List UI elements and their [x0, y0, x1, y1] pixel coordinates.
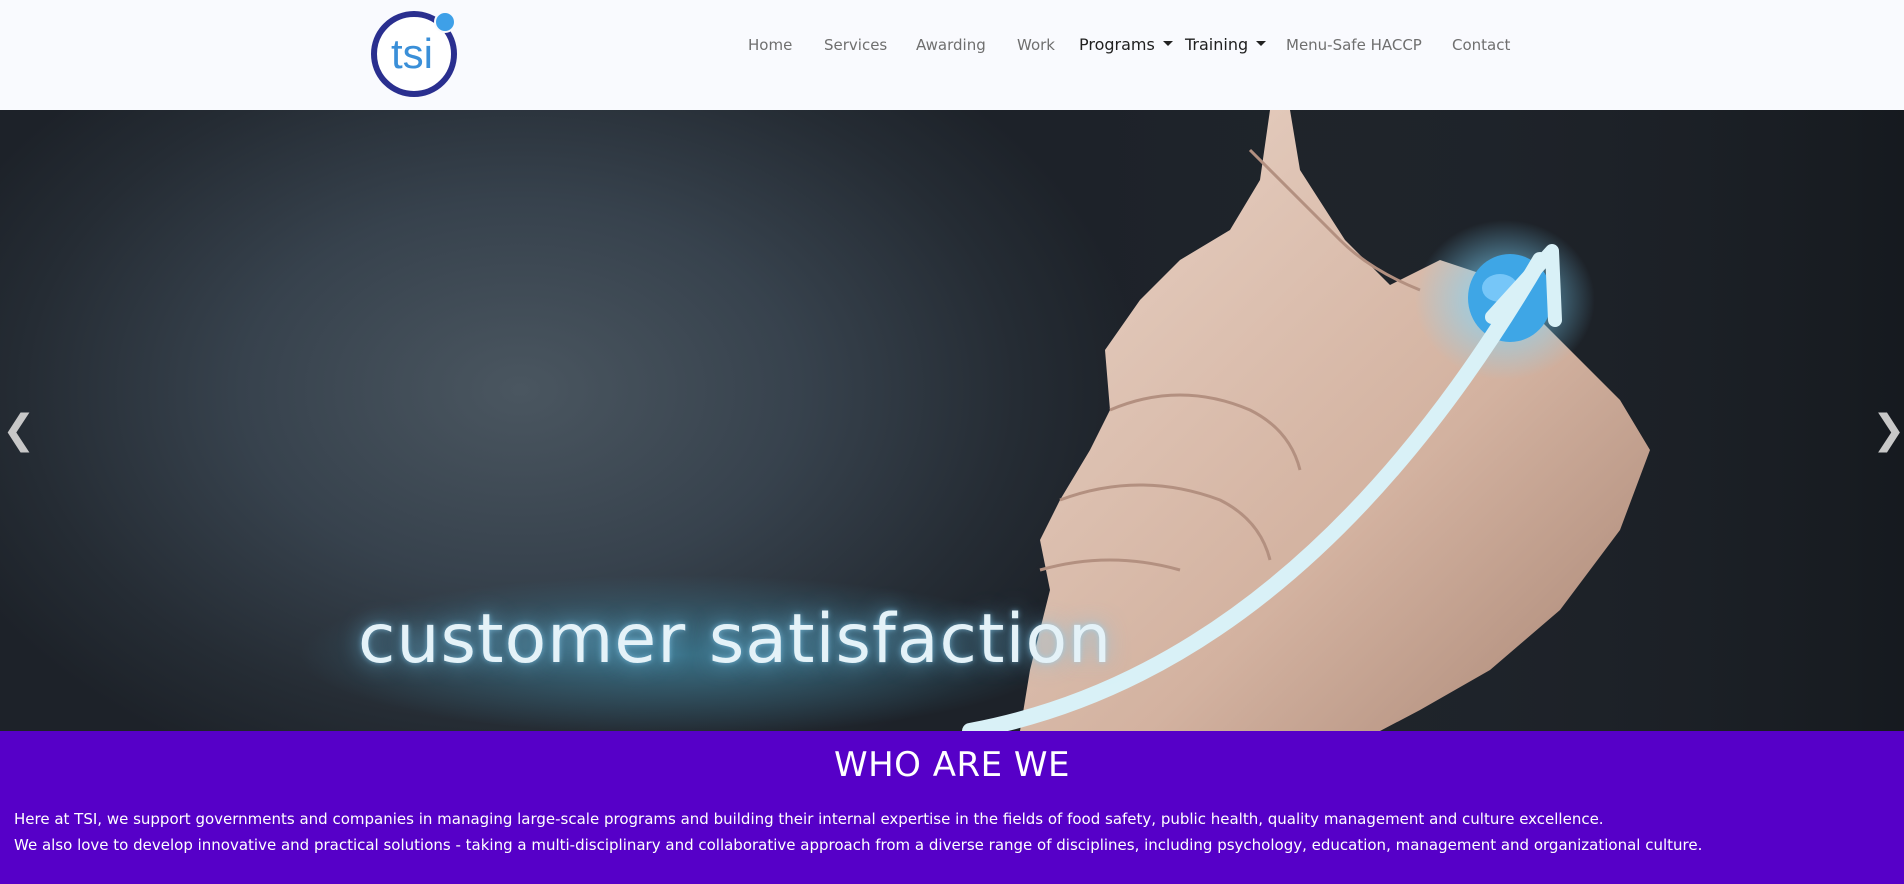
caret-down-icon — [1162, 41, 1173, 46]
site-header: tsi Home Services Awarding Work Programs… — [0, 0, 1904, 110]
nav-programs-dropdown[interactable]: Programs — [1079, 30, 1173, 60]
nav-training-dropdown[interactable]: Training — [1185, 30, 1267, 60]
nav-contact[interactable]: Contact — [1452, 30, 1510, 60]
hero-carousel: customer satisfaction ❮ ❯ — [0, 110, 1904, 731]
hero-caption: customer satisfaction — [358, 600, 1113, 679]
caret-down-icon — [1256, 41, 1267, 46]
chevron-right-icon[interactable]: ❯ — [1872, 410, 1904, 450]
nav-home[interactable]: Home — [748, 30, 792, 60]
about-text-line-2: We also love to develop innovative and p… — [14, 836, 1703, 854]
about-text-line-1: Here at TSI, we support governments and … — [14, 810, 1604, 828]
who-are-we-section: WHO ARE WE Here at TSI, we support gover… — [0, 731, 1904, 884]
main-nav: Home Services Awarding Work Programs Tra… — [0, 30, 1904, 60]
nav-awarding[interactable]: Awarding — [916, 30, 986, 60]
nav-training-label: Training — [1185, 35, 1249, 54]
nav-programs-label: Programs — [1079, 35, 1155, 54]
nav-services[interactable]: Services — [824, 30, 887, 60]
section-title: WHO ARE WE — [833, 745, 1071, 785]
nav-work[interactable]: Work — [1017, 30, 1055, 60]
nav-menu-safe-haccp[interactable]: Menu-Safe HACCP — [1286, 30, 1422, 60]
chevron-left-icon[interactable]: ❮ — [2, 410, 36, 450]
